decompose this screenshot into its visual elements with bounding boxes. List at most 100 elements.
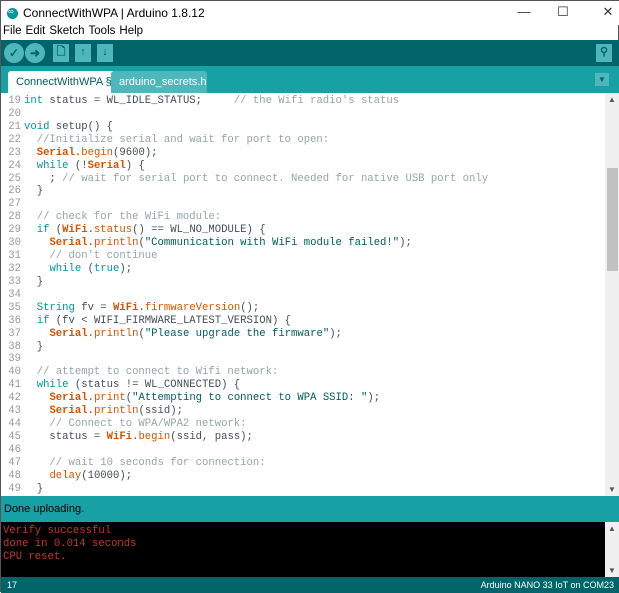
minimize-button[interactable]: — [509,4,539,19]
maximize-button[interactable]: ☐ [548,4,578,20]
code-token: "Please upgrade the firmware" [144,327,330,340]
line-number: 42 [8,392,21,405]
line-number: 32 [8,262,21,275]
code-token: } [24,482,44,495]
line-number: 22 [8,133,21,146]
code-token: while [36,379,69,392]
code-token: Serial [49,405,88,418]
console-output: Verify successful done in 0.014 seconds … [1,522,605,577]
menu-tools[interactable]: Tools [89,25,116,40]
code-line[interactable]: 45 status = WiFi.begin(ssid, pass); [1,431,488,444]
menu-sketch[interactable]: Sketch [49,25,84,40]
code-line[interactable]: 37 Serial.println("Please upgrade the fi… [1,328,488,341]
upload-button[interactable]: ➜ [25,43,45,63]
code-token: ; [24,172,63,185]
code-token: } [24,275,44,288]
code-line[interactable]: 38 } [1,341,488,354]
line-number: 44 [8,418,21,431]
line-number: 45 [8,430,21,443]
code-line[interactable]: 34 [1,289,488,302]
code-line[interactable]: 35 String fv = WiFi.firmwareVersion(); [1,302,488,315]
close-button[interactable]: ✕ [593,4,619,20]
scroll-up-icon[interactable]: ▲ [608,524,616,533]
code-line[interactable]: 48 delay(10000); [1,470,488,483]
code-token: status = WL_IDLE_STATUS; [43,95,234,107]
code-line[interactable]: 20 [1,108,488,121]
serial-monitor-button[interactable]: ⚲ [596,44,612,62]
code-line[interactable]: 49 } [1,483,488,496]
verify-button[interactable]: ✓ [4,43,24,63]
menu-file[interactable]: File [3,25,22,40]
code-line[interactable]: 30 Serial.println("Communication with Wi… [1,237,488,250]
code-token: // the Wifi radio's status [233,95,400,107]
scroll-up-icon[interactable]: ▲ [608,95,616,104]
scroll-down-icon[interactable]: ▼ [608,566,616,575]
code-line[interactable]: 26 } [1,185,488,198]
code-line[interactable]: 32 while (true); [1,263,488,276]
code-line[interactable]: 23 Serial.begin(9600); [1,147,488,160]
code-token: WiFi [106,430,133,443]
line-number: 35 [8,301,21,314]
code-line[interactable]: 42 Serial.print("Attempting to connect t… [1,392,488,405]
code-line[interactable]: 24 while (!Serial) { [1,160,488,173]
code-line[interactable]: 31 // don't continue [1,250,488,263]
code-line[interactable]: 41 while (status != WL_CONNECTED) { [1,379,488,392]
menu-edit[interactable]: Edit [26,25,46,40]
code-line[interactable]: 33 } [1,276,488,289]
code-token: status = [24,430,107,443]
save-button[interactable]: ↓ [97,44,113,62]
code-line[interactable]: 39 [1,353,488,366]
code-token: true [93,262,120,275]
tab-arduino-secrets[interactable]: arduino_secrets.h [111,71,207,93]
open-button[interactable]: ↑ [75,44,91,62]
code-line[interactable]: 46 [1,444,488,457]
code-token: print [93,392,126,405]
board-port-label: Arduino NANO 33 IoT on COM23 [480,580,614,590]
line-number: 40 [8,366,21,379]
line-number: 38 [8,340,21,353]
window-title: ConnectWithWPA | Arduino 1.8.12 [23,6,205,20]
code-line[interactable]: 43 Serial.println(ssid); [1,405,488,418]
code-line[interactable]: 27 [1,198,488,211]
code-token: //Initialize serial and wait for port to… [24,133,330,146]
line-number: 36 [8,314,21,327]
line-number: 37 [8,327,21,340]
code-line[interactable]: 36 if (fv < WIFI_FIRMWARE_LATEST_VERSION… [1,315,488,328]
code-line[interactable]: 22 //Initialize serial and wait for port… [1,134,488,147]
line-number: 24 [8,159,21,172]
code-token: println [93,405,139,418]
scroll-down-icon[interactable]: ▼ [608,485,616,494]
code-token: begin [81,146,114,159]
editor-scrollbar[interactable]: ▲ ▼ [605,93,619,496]
new-sketch-button[interactable]: 🗋 [53,44,69,62]
line-number: 27 [8,198,21,211]
tab-menu-dropdown-icon[interactable]: ▼ [595,73,609,86]
code-editor[interactable]: 19 int status = WL_IDLE_STATUS; // the Wi… [1,93,605,496]
code-token: int [24,95,44,107]
code-token: "Communication with WiFi module failed!" [144,237,400,250]
code-line[interactable]: 19 int status = WL_IDLE_STATUS; // the Wi… [1,95,488,108]
code-line[interactable]: 29 if (WiFi.status() == WL_NO_MODULE) { [1,224,488,237]
code-token: () == WL_NO_MODULE) { [132,224,266,237]
code-line[interactable]: 28 // check for the WiFi module: [1,211,488,224]
code-line[interactable]: 44 // Connect to WPA/WPA2 network: [1,418,488,431]
tab-connectwithwpa[interactable]: ConnectWithWPA § [8,71,120,93]
scrollbar-thumb[interactable] [607,168,618,271]
code-token: ); [399,237,412,250]
line-number: 29 [8,224,21,237]
line-number: 31 [8,250,21,263]
menu-help[interactable]: Help [119,25,143,40]
console-scrollbar[interactable]: ▲ ▼ [605,522,619,577]
code-line[interactable]: 25 ; // wait for serial port to connect.… [1,173,488,186]
code-token: // Connect to WPA/WPA2 network: [24,418,247,431]
menu-bar: File Edit Sketch Tools Help [1,25,143,40]
code-token: if [36,224,50,237]
code-line[interactable]: 21 void setup() { [1,121,488,134]
code-line[interactable]: 40 // attempt to connect to Wifi network… [1,366,488,379]
line-number: 28 [8,211,21,224]
tab-bar: ConnectWithWPA § arduino_secrets.h ▼ [1,66,619,93]
code-line[interactable]: 47 // wait 10 seconds for connection: [1,457,488,470]
